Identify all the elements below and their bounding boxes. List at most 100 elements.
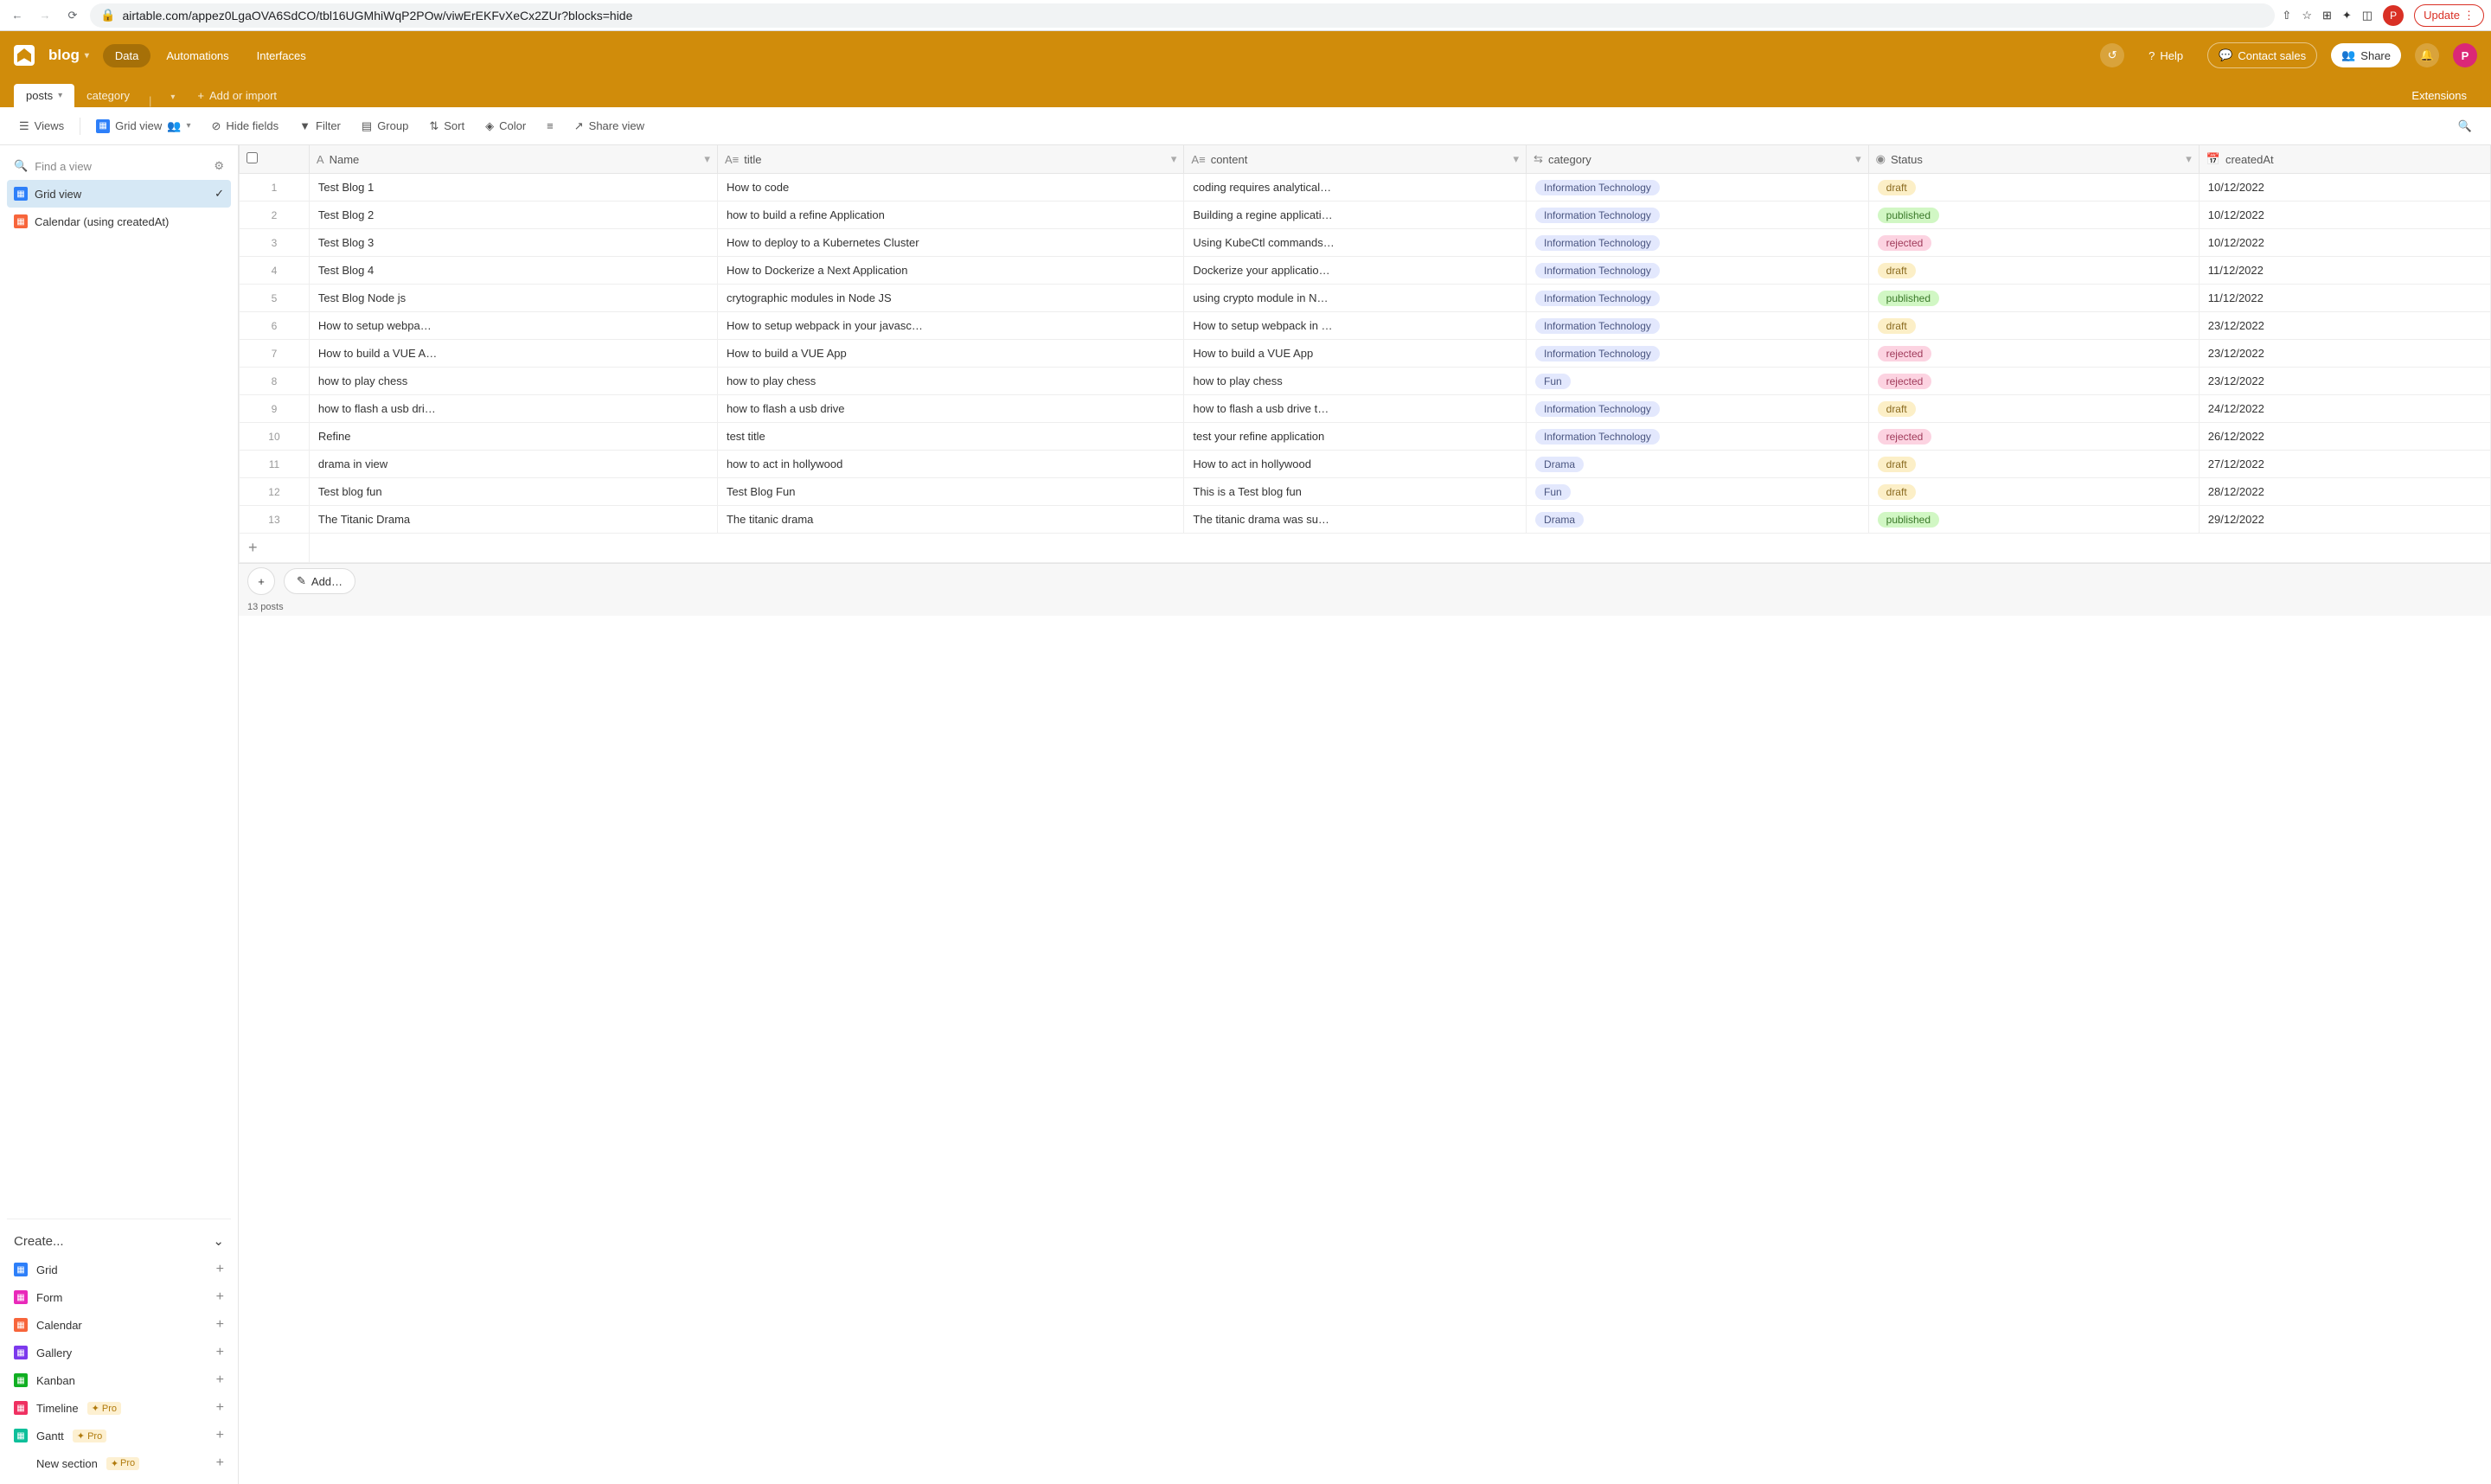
table-row[interactable]: 13 The Titanic Drama The titanic drama T… xyxy=(240,506,2491,534)
cell-status[interactable]: draft xyxy=(1868,312,2199,340)
extension-icon[interactable]: ⊞ xyxy=(2322,9,2332,22)
add-row[interactable]: + xyxy=(240,534,2491,563)
cell-content[interactable]: how to play chess xyxy=(1184,368,1527,395)
view-name-button[interactable]: ▦Grid view👥▾ xyxy=(87,114,199,138)
views-toggle[interactable]: ☰Views xyxy=(10,114,73,138)
cell-category[interactable]: Fun xyxy=(1527,368,1869,395)
user-avatar[interactable]: P xyxy=(2453,43,2477,67)
search-button[interactable]: 🔍 xyxy=(2449,114,2481,138)
cell-title[interactable]: The titanic drama xyxy=(717,506,1183,534)
table-row[interactable]: 8 how to play chess how to play chess ho… xyxy=(240,368,2491,395)
create-view-item[interactable]: ▦Timeline✦ Pro+ xyxy=(7,1394,231,1422)
cell-created[interactable]: 11/12/2022 xyxy=(2199,257,2490,285)
cell-status[interactable]: draft xyxy=(1868,478,2199,506)
cell-name[interactable]: Test blog fun xyxy=(309,478,717,506)
create-view-item[interactable]: ▦Kanban+ xyxy=(7,1366,231,1394)
sort-button[interactable]: ⇅Sort xyxy=(420,114,473,138)
cell-content[interactable]: Using KubeCtl commands… xyxy=(1184,229,1527,257)
extensions-button[interactable]: Extensions xyxy=(2401,84,2477,107)
cell-created[interactable]: 11/12/2022 xyxy=(2199,285,2490,312)
share-view-button[interactable]: ↗Share view xyxy=(566,114,653,138)
cell-content[interactable]: test your refine application xyxy=(1184,423,1527,451)
row-height-button[interactable]: ≡ xyxy=(538,114,562,138)
table-row[interactable]: 12 Test blog fun Test Blog Fun This is a… xyxy=(240,478,2491,506)
chevron-down-icon[interactable]: ▾ xyxy=(2186,152,2192,166)
cell-name[interactable]: how to flash a usb dri… xyxy=(309,395,717,423)
cell-created[interactable]: 26/12/2022 xyxy=(2199,423,2490,451)
cell-name[interactable]: Test Blog 1 xyxy=(309,174,717,201)
group-button[interactable]: ▤Group xyxy=(353,114,417,138)
table-tab-chevron[interactable]: ▾ xyxy=(158,87,187,107)
gear-icon[interactable]: ⚙ xyxy=(214,159,224,173)
new-section-button[interactable]: New section ✦ Pro + xyxy=(7,1449,231,1477)
cell-category[interactable]: Information Technology xyxy=(1527,340,1869,368)
filter-button[interactable]: ▼Filter xyxy=(291,114,349,138)
cell-created[interactable]: 23/12/2022 xyxy=(2199,340,2490,368)
help-button[interactable]: ?Help xyxy=(2138,44,2193,67)
cell-title[interactable]: How to Dockerize a Next Application xyxy=(717,257,1183,285)
sidebar-view-item[interactable]: ▦Grid view✓ xyxy=(7,180,231,208)
table-row[interactable]: 11 drama in view how to act in hollywood… xyxy=(240,451,2491,478)
cell-content[interactable]: using crypto module in N… xyxy=(1184,285,1527,312)
share-icon[interactable]: ⇧ xyxy=(2282,9,2291,22)
cell-content[interactable]: How to build a VUE App xyxy=(1184,340,1527,368)
cell-status[interactable]: draft xyxy=(1868,451,2199,478)
table-tab-category[interactable]: category xyxy=(74,84,142,107)
cell-name[interactable]: drama in view xyxy=(309,451,717,478)
cell-category[interactable]: Fun xyxy=(1527,478,1869,506)
sidebar-view-item[interactable]: ▦Calendar (using createdAt) xyxy=(7,208,231,235)
hide-fields-button[interactable]: ⊘Hide fields xyxy=(203,114,288,138)
panel-icon[interactable]: ◫ xyxy=(2362,9,2373,22)
cell-name[interactable]: Test Blog 3 xyxy=(309,229,717,257)
table-row[interactable]: 3 Test Blog 3 How to deploy to a Kuberne… xyxy=(240,229,2491,257)
chevron-down-icon[interactable]: ▾ xyxy=(1171,152,1177,166)
update-button[interactable]: Update⋮ xyxy=(2414,4,2484,27)
cell-title[interactable]: How to code xyxy=(717,174,1183,201)
select-all-checkbox[interactable] xyxy=(247,152,258,163)
create-view-item[interactable]: ▦Gallery+ xyxy=(7,1339,231,1366)
url-bar[interactable]: 🔒 airtable.com/appez0LgaOVA6SdCO/tbl16UG… xyxy=(90,3,2275,28)
cell-created[interactable]: 24/12/2022 xyxy=(2199,395,2490,423)
cell-name[interactable]: Test Blog Node js xyxy=(309,285,717,312)
cell-status[interactable]: rejected xyxy=(1868,340,2199,368)
create-view-item[interactable]: ▦Form+ xyxy=(7,1283,231,1311)
cell-category[interactable]: Information Technology xyxy=(1527,174,1869,201)
create-view-header[interactable]: Create... ⌄ xyxy=(7,1226,231,1256)
find-view-input[interactable]: 🔍 Find a view ⚙ xyxy=(7,152,231,180)
cell-title[interactable]: How to deploy to a Kubernetes Cluster xyxy=(717,229,1183,257)
cell-title[interactable]: How to setup webpack in your javasc… xyxy=(717,312,1183,340)
cell-name[interactable]: How to setup webpa… xyxy=(309,312,717,340)
puzzle-icon[interactable]: ✦ xyxy=(2342,9,2352,22)
cell-title[interactable]: How to build a VUE App xyxy=(717,340,1183,368)
cell-title[interactable]: how to flash a usb drive xyxy=(717,395,1183,423)
cell-title[interactable]: test title xyxy=(717,423,1183,451)
cell-status[interactable]: published xyxy=(1868,506,2199,534)
cell-status[interactable]: draft xyxy=(1868,174,2199,201)
cell-category[interactable]: Drama xyxy=(1527,451,1869,478)
tab-interfaces[interactable]: Interfaces xyxy=(245,44,318,67)
table-row[interactable]: 10 Refine test title test your refine ap… xyxy=(240,423,2491,451)
tab-data[interactable]: Data xyxy=(103,44,150,67)
notifications-icon[interactable]: 🔔 xyxy=(2415,43,2439,67)
tab-automations[interactable]: Automations xyxy=(154,44,240,67)
chevron-down-icon[interactable]: ▾ xyxy=(1514,152,1520,166)
cell-content[interactable]: Dockerize your applicatio… xyxy=(1184,257,1527,285)
color-button[interactable]: ◈Color xyxy=(477,114,535,138)
add-field-button[interactable]: ✎Add… xyxy=(284,568,355,594)
contact-sales-button[interactable]: 💬Contact sales xyxy=(2207,42,2317,68)
cell-name[interactable]: Refine xyxy=(309,423,717,451)
cell-category[interactable]: Information Technology xyxy=(1527,395,1869,423)
cell-name[interactable]: how to play chess xyxy=(309,368,717,395)
cell-category[interactable]: Drama xyxy=(1527,506,1869,534)
create-view-item[interactable]: ▦Calendar+ xyxy=(7,1311,231,1339)
table-row[interactable]: 1 Test Blog 1 How to code coding require… xyxy=(240,174,2491,201)
cell-content[interactable]: How to setup webpack in … xyxy=(1184,312,1527,340)
chevron-down-icon[interactable]: ▾ xyxy=(704,152,710,166)
cell-status[interactable]: rejected xyxy=(1868,368,2199,395)
share-button[interactable]: 👥Share xyxy=(2331,43,2401,67)
add-record-button[interactable]: + xyxy=(247,567,275,595)
table-row[interactable]: 6 How to setup webpa… How to setup webpa… xyxy=(240,312,2491,340)
cell-category[interactable]: Information Technology xyxy=(1527,257,1869,285)
cell-created[interactable]: 23/12/2022 xyxy=(2199,368,2490,395)
cell-title[interactable]: how to act in hollywood xyxy=(717,451,1183,478)
